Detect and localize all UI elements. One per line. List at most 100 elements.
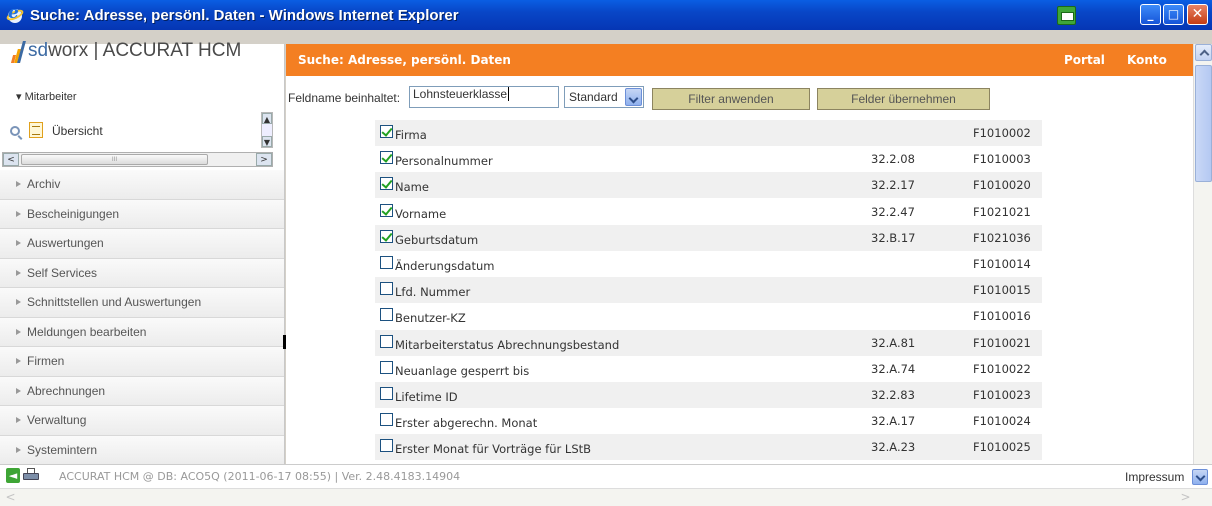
table-row[interactable]: Lifetime ID 32.2.83 F1010023 bbox=[375, 382, 1042, 408]
field-checkbox[interactable] bbox=[380, 229, 393, 243]
print-status-icon[interactable] bbox=[1057, 6, 1076, 25]
field-id: F1010025 bbox=[973, 440, 1031, 455]
field-checkbox[interactable] bbox=[380, 334, 393, 348]
scroll-left-arrow[interactable]: < bbox=[3, 153, 19, 166]
table-row[interactable]: Erster Monat für Vorträge für LStB 32.A.2… bbox=[375, 434, 1042, 461]
table-row[interactable]: Personalnummer 32.2.08 F1010003 bbox=[375, 146, 1042, 172]
scroll-up-arrow[interactable]: ▲ bbox=[262, 113, 272, 124]
sidebar-item-firmen[interactable]: Firmen bbox=[0, 347, 284, 377]
table-row[interactable]: Änderungsdatum F1010014 bbox=[375, 251, 1042, 277]
sidebar-item-systemintern[interactable]: Systemintern bbox=[0, 435, 284, 465]
sidebar-item-abrechnungen[interactable]: Abrechnungen bbox=[0, 376, 284, 406]
ubersicht-label: Übersicht bbox=[52, 124, 103, 138]
field-id: F1010020 bbox=[973, 178, 1031, 193]
field-name-filter-input[interactable]: Lohnsteuerklasse bbox=[409, 86, 559, 108]
field-checkbox[interactable] bbox=[380, 439, 393, 453]
page-horizontal-scrollbar[interactable]: < > bbox=[0, 488, 1212, 506]
impressum-select[interactable]: Impressum bbox=[1125, 470, 1184, 484]
table-row[interactable]: Firma F1010002 bbox=[375, 120, 1042, 146]
sidebar-item-bescheinigungen[interactable]: Bescheinigungen bbox=[0, 199, 284, 229]
field-checkbox[interactable] bbox=[380, 177, 393, 191]
field-name: Erster Monat für Vorträge für LStB bbox=[395, 442, 592, 457]
search-icon[interactable] bbox=[10, 126, 20, 136]
version-info: ACCURAT HCM @ DB: ACO5Q (2011-06-17 08:5… bbox=[59, 470, 461, 483]
sidebar-item-schnittstellen[interactable]: Schnittstellen und Auswertungen bbox=[0, 288, 284, 318]
brand-worx: worx bbox=[48, 40, 89, 61]
apply-filter-button[interactable]: Filter anwenden bbox=[652, 88, 810, 110]
field-checkbox[interactable] bbox=[380, 203, 393, 217]
window-title: Suche: Adresse, persönl. Daten - Windows… bbox=[30, 6, 459, 24]
field-code: 32.2.17 bbox=[871, 178, 915, 193]
table-row[interactable]: Neuanlage gesperrt bis 32.A.74 F1010022 bbox=[375, 356, 1042, 382]
chevron-right-icon bbox=[16, 328, 21, 335]
scroll-thumb[interactable]: III bbox=[21, 154, 208, 165]
field-checkbox[interactable] bbox=[380, 282, 393, 296]
close-button[interactable]: ✕ bbox=[1187, 4, 1208, 25]
field-name: Firma bbox=[395, 128, 427, 142]
scroll-thumb[interactable] bbox=[1195, 65, 1212, 182]
scroll-right-arrow[interactable]: > bbox=[1177, 490, 1194, 506]
sidebar-item-auswertungen[interactable]: Auswertungen bbox=[0, 229, 284, 259]
table-row[interactable]: Erster abgerechn. Monat 32.A.17 F1010024 bbox=[375, 408, 1042, 434]
field-code: 32.A.23 bbox=[871, 440, 916, 455]
scroll-down-arrow[interactable]: ▼ bbox=[262, 136, 272, 147]
table-row[interactable]: Geburtsdatum 32.B.17 F1021036 bbox=[375, 224, 1042, 251]
field-name: Änderungsdatum bbox=[395, 259, 495, 273]
back-icon[interactable]: ◄ bbox=[6, 468, 20, 483]
field-code: 32.B.17 bbox=[871, 230, 916, 245]
sidebar-item-archiv[interactable]: Archiv bbox=[0, 170, 284, 200]
brand-product: | ACCURAT HCM bbox=[88, 40, 242, 61]
sidebar-item-verwaltung[interactable]: Verwaltung bbox=[0, 406, 284, 436]
field-name: Benutzer-KZ bbox=[395, 311, 466, 326]
field-id: F1021021 bbox=[973, 204, 1031, 219]
chevron-right-icon bbox=[16, 446, 21, 453]
sidebar-item-self-services[interactable]: Self Services bbox=[0, 258, 284, 288]
maximize-button[interactable]: □ bbox=[1163, 4, 1184, 25]
field-code: 32.A.74 bbox=[871, 361, 916, 376]
table-row[interactable]: Lfd. Nummer F1010015 bbox=[375, 277, 1042, 304]
ie-logo-icon: e bbox=[5, 3, 25, 24]
field-name: Lfd. Nummer bbox=[395, 285, 471, 300]
field-name: Vorname bbox=[395, 206, 447, 221]
konto-link[interactable]: Konto bbox=[1127, 53, 1167, 67]
sidebar-nav: Archiv Bescheinigungen Auswertungen Self… bbox=[0, 170, 284, 465]
sidebar-horizontal-scrollbar[interactable]: < III > bbox=[2, 152, 273, 167]
field-id: F1010024 bbox=[973, 414, 1031, 429]
table-row[interactable]: Name 32.2.17 F1010020 bbox=[375, 172, 1042, 199]
portal-link[interactable]: Portal bbox=[1064, 53, 1105, 67]
field-code: 32.2.08 bbox=[871, 152, 915, 167]
field-checkbox[interactable] bbox=[380, 151, 393, 165]
chevron-down-icon[interactable] bbox=[1192, 469, 1208, 485]
table-row[interactable]: Mitarbeiterstatus Abrechnungsbestand 32.A… bbox=[375, 329, 1042, 356]
chevron-down-icon[interactable] bbox=[625, 88, 642, 106]
field-checkbox[interactable] bbox=[380, 360, 393, 374]
field-checkbox[interactable] bbox=[380, 256, 393, 269]
field-name: Personalnummer bbox=[395, 154, 493, 169]
ubersicht-item[interactable]: Übersicht bbox=[0, 118, 270, 148]
field-name: Neuanlage gesperrt bis bbox=[395, 363, 530, 378]
field-id: F1010023 bbox=[973, 388, 1031, 402]
scroll-right-arrow[interactable]: > bbox=[256, 153, 272, 166]
field-checkbox[interactable] bbox=[380, 387, 393, 400]
printer-icon[interactable] bbox=[23, 468, 39, 483]
field-id: F1010002 bbox=[973, 126, 1031, 140]
field-id: F1010021 bbox=[973, 335, 1031, 350]
scroll-up-arrow[interactable] bbox=[1195, 44, 1212, 61]
table-row[interactable]: Vorname 32.2.47 F1021021 bbox=[375, 199, 1042, 225]
sidebar-vertical-scrollbar[interactable]: ▲ ▼ bbox=[261, 112, 273, 148]
field-code: 32.2.47 bbox=[871, 204, 915, 219]
field-list: Firma F1010002 Personalnummer 32.2.08 F10100… bbox=[286, 116, 1193, 464]
field-checkbox[interactable] bbox=[380, 125, 393, 138]
table-row[interactable]: Benutzer-KZ F1010016 bbox=[375, 303, 1042, 329]
scroll-left-arrow[interactable]: < bbox=[2, 490, 19, 506]
page-vertical-scrollbar[interactable] bbox=[1193, 44, 1212, 464]
view-select[interactable]: Standard bbox=[564, 86, 644, 108]
field-name: Lifetime ID bbox=[395, 390, 458, 404]
sidebar-item-meldungen[interactable]: Meldungen bearbeiten bbox=[0, 317, 284, 347]
mitarbeiter-toggle[interactable]: ▾ Mitarbeiter bbox=[16, 90, 77, 103]
filter-label: Feldname beinhaltet: bbox=[288, 91, 401, 105]
field-checkbox[interactable] bbox=[380, 308, 393, 322]
field-checkbox[interactable] bbox=[380, 413, 393, 427]
take-fields-button[interactable]: Felder übernehmen bbox=[817, 88, 990, 110]
minimize-button[interactable]: _ bbox=[1140, 4, 1161, 25]
